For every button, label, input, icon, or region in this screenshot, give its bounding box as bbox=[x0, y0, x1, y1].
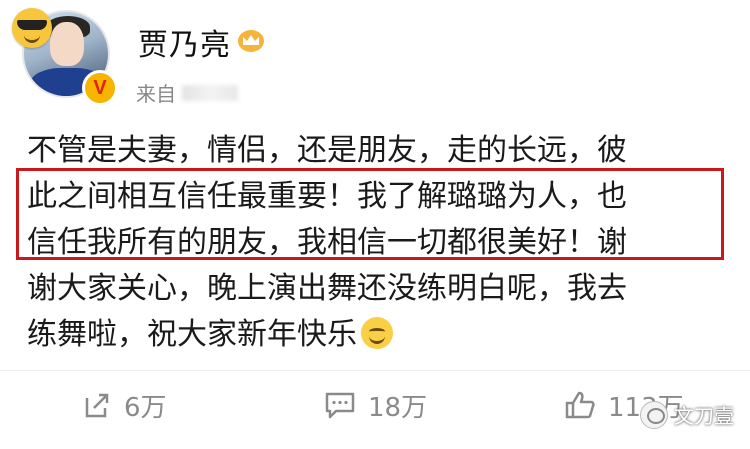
action-bar-divider bbox=[0, 370, 750, 371]
smile-emoji-icon bbox=[361, 317, 393, 349]
comment-icon bbox=[325, 392, 355, 419]
thumbs-up-icon bbox=[565, 391, 595, 419]
watermark-text: 文刀壹 bbox=[674, 404, 734, 428]
share-count: 6万 bbox=[124, 392, 167, 423]
avatar-face bbox=[50, 22, 84, 66]
highlight-box bbox=[16, 168, 724, 260]
crown-vip-icon bbox=[238, 30, 264, 52]
watermark: 文刀壹 bbox=[640, 400, 734, 429]
verified-badge-icon: V bbox=[82, 70, 118, 106]
post-source: 来自 bbox=[136, 82, 176, 106]
comment-button[interactable]: 18万 bbox=[324, 385, 427, 425]
post-line-text: 练舞啦，祝大家新年快乐 bbox=[27, 317, 357, 352]
share-button[interactable]: 6万 bbox=[82, 385, 167, 425]
username[interactable]: 贾乃亮 bbox=[138, 20, 231, 64]
source-blurred-text bbox=[182, 85, 238, 101]
avatar-container[interactable]: V bbox=[12, 8, 118, 106]
watermark-logo-icon bbox=[640, 400, 668, 429]
comment-count: 18万 bbox=[368, 392, 428, 423]
share-icon bbox=[85, 393, 109, 418]
post-line: 谢大家关心，晚上演出舞还没练明白呢，我去 bbox=[27, 271, 627, 306]
post-line-last: 练舞啦，祝大家新年快乐 bbox=[27, 312, 727, 358]
sunglasses-emoji-icon bbox=[12, 8, 52, 48]
